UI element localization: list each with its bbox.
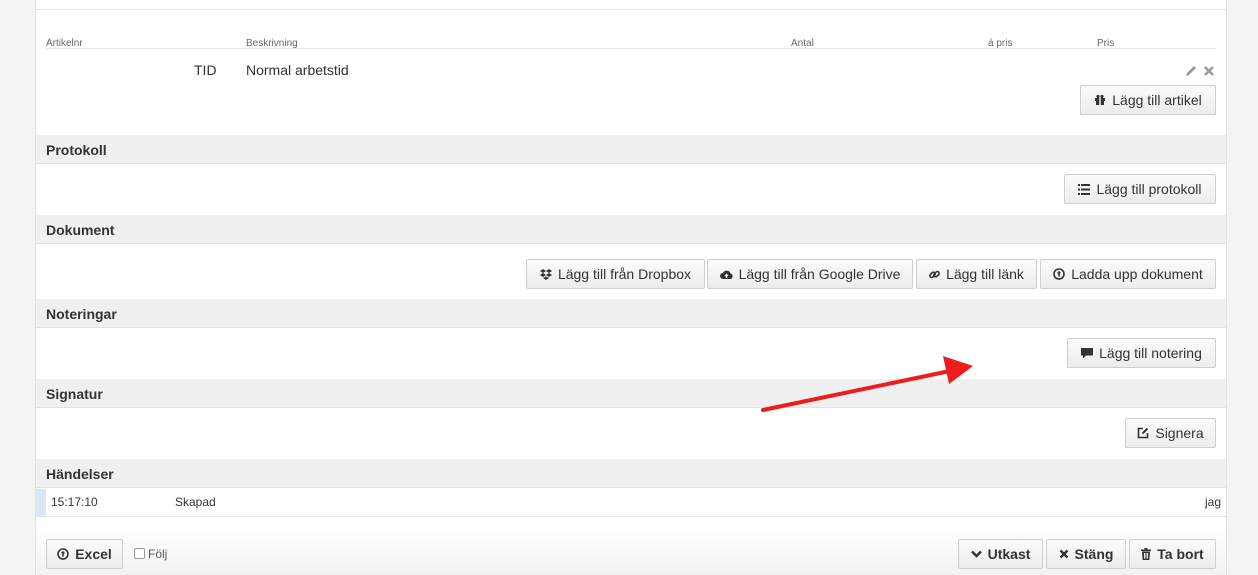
x-icon[interactable] bbox=[1203, 64, 1215, 82]
article-description: Normal arbetstid bbox=[246, 62, 349, 78]
article-code: TID bbox=[194, 62, 217, 78]
pencil-icon[interactable] bbox=[1185, 64, 1198, 82]
add-note-label: Lägg till notering bbox=[1099, 345, 1202, 361]
gift-icon bbox=[1095, 94, 1106, 106]
link-icon bbox=[929, 270, 941, 278]
event-time: 15:17:10 bbox=[51, 495, 98, 509]
section-title-protokoll: Protokoll bbox=[46, 142, 107, 158]
trash-icon bbox=[1141, 548, 1152, 560]
follow-checkbox[interactable] bbox=[134, 548, 145, 559]
add-from-dropbox-label: Lägg till från Dropbox bbox=[557, 266, 692, 282]
add-from-google-drive-button[interactable]: Lägg till från Google Drive bbox=[707, 259, 913, 289]
event-action: Skapad bbox=[175, 495, 216, 509]
chevron-down-icon bbox=[970, 550, 982, 558]
footer-toolbar: Excel Följ Utkast Stäng Ta bort bbox=[36, 527, 1226, 575]
add-article-button[interactable]: Lägg till artikel bbox=[1080, 85, 1216, 115]
add-from-google-drive-label: Lägg till från Google Drive bbox=[738, 266, 901, 282]
excel-label: Excel bbox=[75, 546, 112, 562]
table-header-divider bbox=[46, 48, 1216, 49]
dropbox-icon bbox=[539, 268, 552, 280]
close-button[interactable]: Stäng bbox=[1046, 539, 1126, 569]
upload-circle-icon bbox=[1053, 268, 1066, 280]
close-label: Stäng bbox=[1074, 546, 1114, 562]
list-icon bbox=[1078, 183, 1091, 195]
section-title-handelser: Händelser bbox=[46, 466, 114, 482]
section-title-signatur: Signatur bbox=[46, 386, 103, 402]
x-icon bbox=[1059, 549, 1068, 559]
section-header-signatur: Signatur bbox=[36, 379, 1226, 408]
delete-label: Ta bort bbox=[1157, 546, 1204, 562]
section-header-noteringar: Noteringar bbox=[36, 299, 1226, 328]
event-marker bbox=[36, 489, 46, 516]
add-link-button[interactable]: Lägg till länk bbox=[916, 259, 1037, 289]
add-note-button[interactable]: Lägg till notering bbox=[1067, 338, 1216, 368]
upload-document-label: Ladda upp dokument bbox=[1071, 266, 1203, 282]
follow-label: Följ bbox=[148, 547, 168, 561]
section-header-protokoll: Protokoll bbox=[36, 135, 1226, 164]
sign-label: Signera bbox=[1155, 425, 1204, 441]
draft-button[interactable]: Utkast bbox=[958, 539, 1043, 569]
event-user: jag bbox=[1205, 495, 1222, 509]
cloud-upload-icon bbox=[719, 270, 733, 279]
excel-button[interactable]: Excel bbox=[46, 539, 123, 569]
events-divider bbox=[36, 516, 1226, 517]
upload-document-button[interactable]: Ladda upp dokument bbox=[1040, 259, 1216, 289]
upload-circle-icon bbox=[57, 548, 70, 560]
add-protocol-button[interactable]: Lägg till protokoll bbox=[1064, 174, 1216, 204]
top-divider bbox=[36, 0, 1226, 10]
add-link-label: Lägg till länk bbox=[946, 266, 1024, 282]
add-from-dropbox-button[interactable]: Lägg till från Dropbox bbox=[526, 259, 705, 289]
edit-square-icon bbox=[1138, 427, 1149, 439]
comment-icon bbox=[1081, 347, 1094, 358]
delete-button[interactable]: Ta bort bbox=[1129, 539, 1216, 569]
work-order-panel: Artikelnr Beskrivning Antal á pris Pris … bbox=[35, 0, 1227, 575]
add-article-label: Lägg till artikel bbox=[1112, 92, 1202, 108]
section-header-handelser: Händelser bbox=[36, 459, 1226, 488]
add-protocol-label: Lägg till protokoll bbox=[1096, 181, 1202, 197]
draft-label: Utkast bbox=[987, 546, 1031, 562]
sign-button[interactable]: Signera bbox=[1125, 418, 1216, 448]
section-header-dokument: Dokument bbox=[36, 215, 1226, 244]
section-title-dokument: Dokument bbox=[46, 222, 115, 238]
section-title-noteringar: Noteringar bbox=[46, 306, 117, 322]
